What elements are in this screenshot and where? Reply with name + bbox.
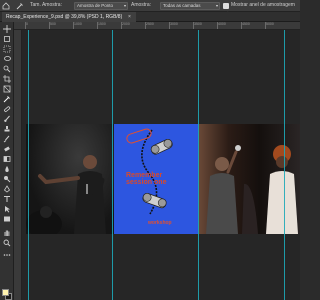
ruler-tick: 1500 xyxy=(97,22,106,29)
tools-panel xyxy=(0,22,14,300)
ruler-tick: 5000 xyxy=(265,22,274,29)
type-icon[interactable] xyxy=(2,194,12,203)
sample-size-select[interactable]: Amostra de Ponto xyxy=(74,2,128,10)
options-bar: Tam. Amostra: Amostra de Ponto Amostra: … xyxy=(0,0,300,16)
quick-select-icon[interactable] xyxy=(2,64,12,73)
ruler-tick: 2000 xyxy=(121,22,130,29)
move-icon[interactable] xyxy=(2,24,12,33)
eraser-icon[interactable] xyxy=(2,144,12,153)
document-tab-title: Recap_Experience_9.psd @ 39,8% (PSD 1, R… xyxy=(6,14,123,20)
document-tab-bar: Recap_Experience_9.psd @ 39,8% (PSD 1, R… xyxy=(0,12,300,22)
document-tab[interactable]: Recap_Experience_9.psd @ 39,8% (PSD 1, R… xyxy=(2,12,136,22)
top-ruler: 0 500 1000 1500 2000 2500 3000 3500 4000… xyxy=(14,22,300,30)
sample-select[interactable]: Todas as camadas xyxy=(160,2,220,10)
hand-icon[interactable] xyxy=(2,228,12,237)
ruler-tick: 1000 xyxy=(73,22,82,29)
healing-brush-icon[interactable] xyxy=(2,104,12,113)
brush-icon[interactable] xyxy=(2,114,12,123)
guide-line[interactable] xyxy=(198,30,199,300)
guide-line[interactable] xyxy=(28,30,29,300)
photo-speaker xyxy=(26,124,114,234)
crop-icon[interactable] xyxy=(2,74,12,83)
home-icon[interactable] xyxy=(1,1,11,11)
sample-label: Amostra: xyxy=(131,2,152,8)
speaker-illustration xyxy=(26,155,106,234)
sample-size-label: Tam. Amostra: xyxy=(30,2,62,8)
show-ring-label: Mostrar anel de amostragem xyxy=(231,2,295,8)
foreground-color-swatch[interactable] xyxy=(2,289,9,296)
left-ruler xyxy=(14,30,22,300)
pen-icon[interactable] xyxy=(2,184,12,193)
ruler-tick: 2500 xyxy=(145,22,154,29)
ruler-tick: 3500 xyxy=(193,22,202,29)
rectangle-icon[interactable] xyxy=(2,214,12,223)
guide-line[interactable] xyxy=(284,30,285,300)
blur-icon[interactable] xyxy=(2,164,12,173)
dodge-icon[interactable] xyxy=(2,174,12,183)
document-canvas[interactable]: Remember session one workshop xyxy=(22,30,300,300)
clone-stamp-icon[interactable] xyxy=(2,124,12,133)
show-ring-checkbox[interactable] xyxy=(223,3,229,16)
path-select-icon[interactable] xyxy=(2,204,12,213)
poster-tagline: workshop xyxy=(148,220,172,226)
gradient-icon[interactable] xyxy=(2,154,12,163)
close-tab-icon[interactable]: × xyxy=(128,12,131,22)
marquee-icon[interactable] xyxy=(2,44,12,53)
frame-icon[interactable] xyxy=(2,84,12,93)
history-brush-icon[interactable] xyxy=(2,134,12,143)
guide-line[interactable] xyxy=(112,30,113,300)
ruler-tick: 4500 xyxy=(241,22,250,29)
more-tools-icon[interactable] xyxy=(2,250,12,259)
eyedropper-tool-icon[interactable] xyxy=(15,1,25,11)
poster-title: Remember session one xyxy=(126,172,167,186)
zoom-icon[interactable] xyxy=(2,238,12,247)
ruler-tick: 0 xyxy=(25,22,28,29)
eyedropper-icon[interactable] xyxy=(2,94,12,103)
ruler-tick: 500 xyxy=(49,22,56,29)
lasso-icon[interactable] xyxy=(2,54,12,63)
artboard-icon[interactable] xyxy=(2,34,12,43)
ruler-tick: 3000 xyxy=(169,22,178,29)
ruler-tick: 4000 xyxy=(217,22,226,29)
